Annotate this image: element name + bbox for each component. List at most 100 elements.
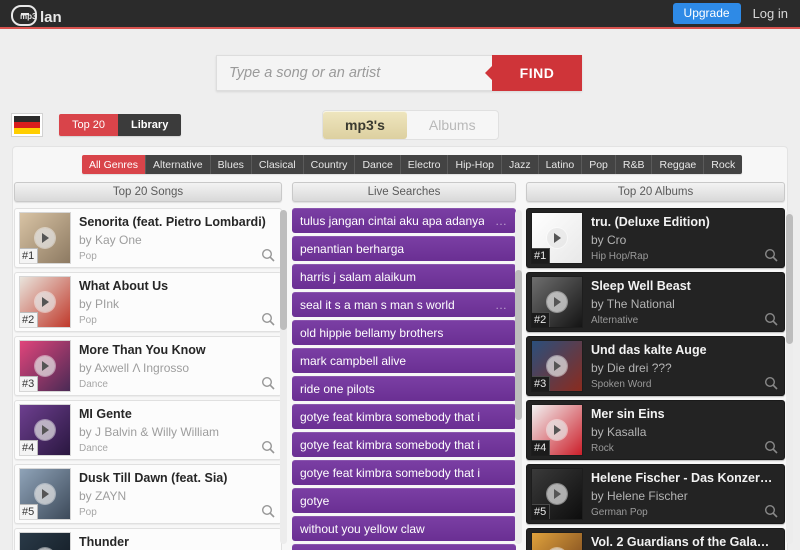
search-icon[interactable]	[261, 248, 275, 262]
cover-art[interactable]: #3	[531, 340, 583, 392]
genre-dance[interactable]: Dance	[355, 155, 401, 174]
cover-art[interactable]: #4	[531, 404, 583, 456]
genre-blues[interactable]: Blues	[210, 155, 252, 174]
tab-albums[interactable]: Albums	[407, 111, 498, 139]
album-list[interactable]: #1 tru. (Deluxe Edition) by Cro Hip Hop/Rap…	[526, 208, 785, 550]
cover-art[interactable]: #2	[19, 276, 71, 328]
cover-art[interactable]: #2	[531, 276, 583, 328]
live-search-item[interactable]: old hippie bellamy brothers	[292, 320, 516, 345]
album-row[interactable]: #4 Mer sin Eins by Kasalla Rock	[526, 400, 785, 460]
live-search-item[interactable]: gotye feat kimbra somebody that i used t…	[292, 404, 516, 429]
title-label: Mer sin Eins	[591, 407, 665, 421]
album-row[interactable]: #5 Helene Fischer - Das Konzert aus... by …	[526, 464, 785, 524]
genre-country[interactable]: Country	[303, 155, 356, 174]
genre-all-genres[interactable]: All Genres	[82, 155, 147, 174]
cover-art[interactable]: #3	[19, 340, 71, 392]
track-meta: MI Gente by J Balvin & Willy William Dance	[71, 401, 281, 459]
search-icon[interactable]	[764, 312, 778, 326]
search-icon[interactable]	[764, 440, 778, 454]
title-label: What About Us	[79, 279, 169, 293]
song-row[interactable]: #3 More Than You Know by Axwell Λ Ingrosso…	[14, 336, 282, 396]
live-search-item[interactable]: seal it s a man s man s world…	[292, 292, 516, 317]
live-search-item[interactable]: yellow claw without you	[292, 544, 516, 550]
genre-jazz[interactable]: Jazz	[502, 155, 539, 174]
genre-r-b[interactable]: R&B	[615, 155, 653, 174]
cover-art[interactable]: #4	[19, 404, 71, 456]
song-list[interactable]: #1 Senorita (feat. Pietro Lombardi) by Kay…	[14, 208, 282, 550]
play-icon[interactable]	[547, 420, 567, 440]
login-link[interactable]: Log in	[749, 4, 792, 23]
play-icon[interactable]	[35, 420, 55, 440]
album-row[interactable]: #3 Und das kalte Auge by Die drei ??? Spoke…	[526, 336, 785, 396]
track-meta: Vol. 2 Guardians of the Galaxy: A...by V…	[583, 529, 784, 550]
live-search-item[interactable]: penantian berharga	[292, 236, 516, 261]
album-row[interactable]: #1 tru. (Deluxe Edition) by Cro Hip Hop/Rap	[526, 208, 785, 268]
play-icon[interactable]	[547, 292, 567, 312]
search-icon[interactable]	[764, 504, 778, 518]
play-icon[interactable]	[547, 356, 567, 376]
live-search-item[interactable]: gotye	[292, 488, 516, 513]
search-input[interactable]	[216, 55, 492, 91]
segment-top20[interactable]: Top 20	[59, 114, 119, 136]
scrollbar-thumb[interactable]	[515, 270, 522, 420]
germany-flag-icon[interactable]	[12, 114, 42, 136]
cover-art[interactable]: #1	[531, 212, 583, 264]
genre-pop[interactable]: Pop	[582, 155, 616, 174]
song-row[interactable]: #4 MI Gente by J Balvin & Willy William Dan…	[14, 400, 282, 460]
scrollbar-thumb[interactable]	[786, 214, 793, 344]
cover-art[interactable]: #6	[19, 532, 71, 550]
album-row[interactable]: #2 Sleep Well Beast by The National Alterna…	[526, 272, 785, 332]
play-icon[interactable]	[547, 228, 567, 248]
live-search-list[interactable]: tulus jangan cintai aku apa adanya … penan…	[292, 208, 516, 550]
genre-latino[interactable]: Latino	[538, 155, 583, 174]
live-scrollbar[interactable]	[515, 210, 522, 544]
cover-art[interactable]: #6	[531, 532, 583, 550]
genre-alternative[interactable]: Alternative	[146, 155, 211, 174]
find-button[interactable]: FIND	[492, 55, 582, 91]
rank-badge: #3	[532, 375, 551, 391]
svg-text:lan: lan	[40, 9, 62, 26]
search-icon[interactable]	[764, 376, 778, 390]
genre-reggae[interactable]: Reggae	[652, 155, 705, 174]
genre-hip-hop[interactable]: Hip-Hop	[448, 155, 502, 174]
search-icon[interactable]	[261, 504, 275, 518]
play-icon[interactable]	[35, 292, 55, 312]
search-icon[interactable]	[261, 440, 275, 454]
scrollbar-thumb[interactable]	[280, 210, 287, 330]
play-icon[interactable]	[35, 228, 55, 248]
genre-electro[interactable]: Electro	[400, 155, 449, 174]
search-icon[interactable]	[261, 312, 275, 326]
site-logo[interactable]: mp3 lan	[8, 2, 74, 28]
live-search-text: tulus jangan cintai aku apa adanya	[300, 213, 484, 228]
live-search-item[interactable]: without you yellow claw	[292, 516, 516, 541]
live-search-item[interactable]: harris j salam alaikum	[292, 264, 516, 289]
play-icon[interactable]	[35, 356, 55, 376]
live-search-item[interactable]: mark campbell alive	[292, 348, 516, 373]
upgrade-button[interactable]: Upgrade	[672, 3, 741, 24]
track-meta: What About Us by PInk Pop	[71, 273, 281, 331]
live-search-item[interactable]: gotye feat kimbra somebody that i used t…	[292, 460, 516, 485]
tab-mp3s[interactable]: mp3's	[323, 111, 407, 139]
genre-label: Hip Hop/Rap	[591, 251, 649, 262]
albums-scrollbar[interactable]	[786, 210, 793, 544]
segment-library[interactable]: Library	[118, 114, 182, 136]
search-icon[interactable]	[261, 376, 275, 390]
cover-art[interactable]: #1	[19, 212, 71, 264]
live-search-item[interactable]: tulus jangan cintai aku apa adanya…	[292, 208, 516, 233]
search-icon[interactable]	[764, 248, 778, 262]
song-row[interactable]: #2 What About Us by PInk Pop	[14, 272, 282, 332]
genre-clasical[interactable]: Clasical	[251, 155, 304, 174]
cover-art[interactable]: #5	[19, 468, 71, 520]
song-row[interactable]: #5 Dusk Till Dawn (feat. Sia) by ZAYN Pop	[14, 464, 282, 524]
live-search-item[interactable]: ride one pilots	[292, 376, 516, 401]
song-row[interactable]: #6Thunderby Imagine DragonsRock	[14, 528, 282, 550]
genre-filter-bar: All Genres Alternative Blues Clasical Countr…	[82, 155, 743, 174]
songs-scrollbar[interactable]	[280, 210, 287, 544]
play-icon[interactable]	[35, 484, 55, 504]
album-row[interactable]: #6Vol. 2 Guardians of the Galaxy: A...by…	[526, 528, 785, 550]
play-icon[interactable]	[547, 484, 567, 504]
cover-art[interactable]: #5	[531, 468, 583, 520]
genre-rock[interactable]: Rock	[704, 155, 743, 174]
song-row[interactable]: #1 Senorita (feat. Pietro Lombardi) by Kay…	[14, 208, 282, 268]
live-search-item[interactable]: gotye feat kimbra somebody that i used t…	[292, 432, 516, 457]
